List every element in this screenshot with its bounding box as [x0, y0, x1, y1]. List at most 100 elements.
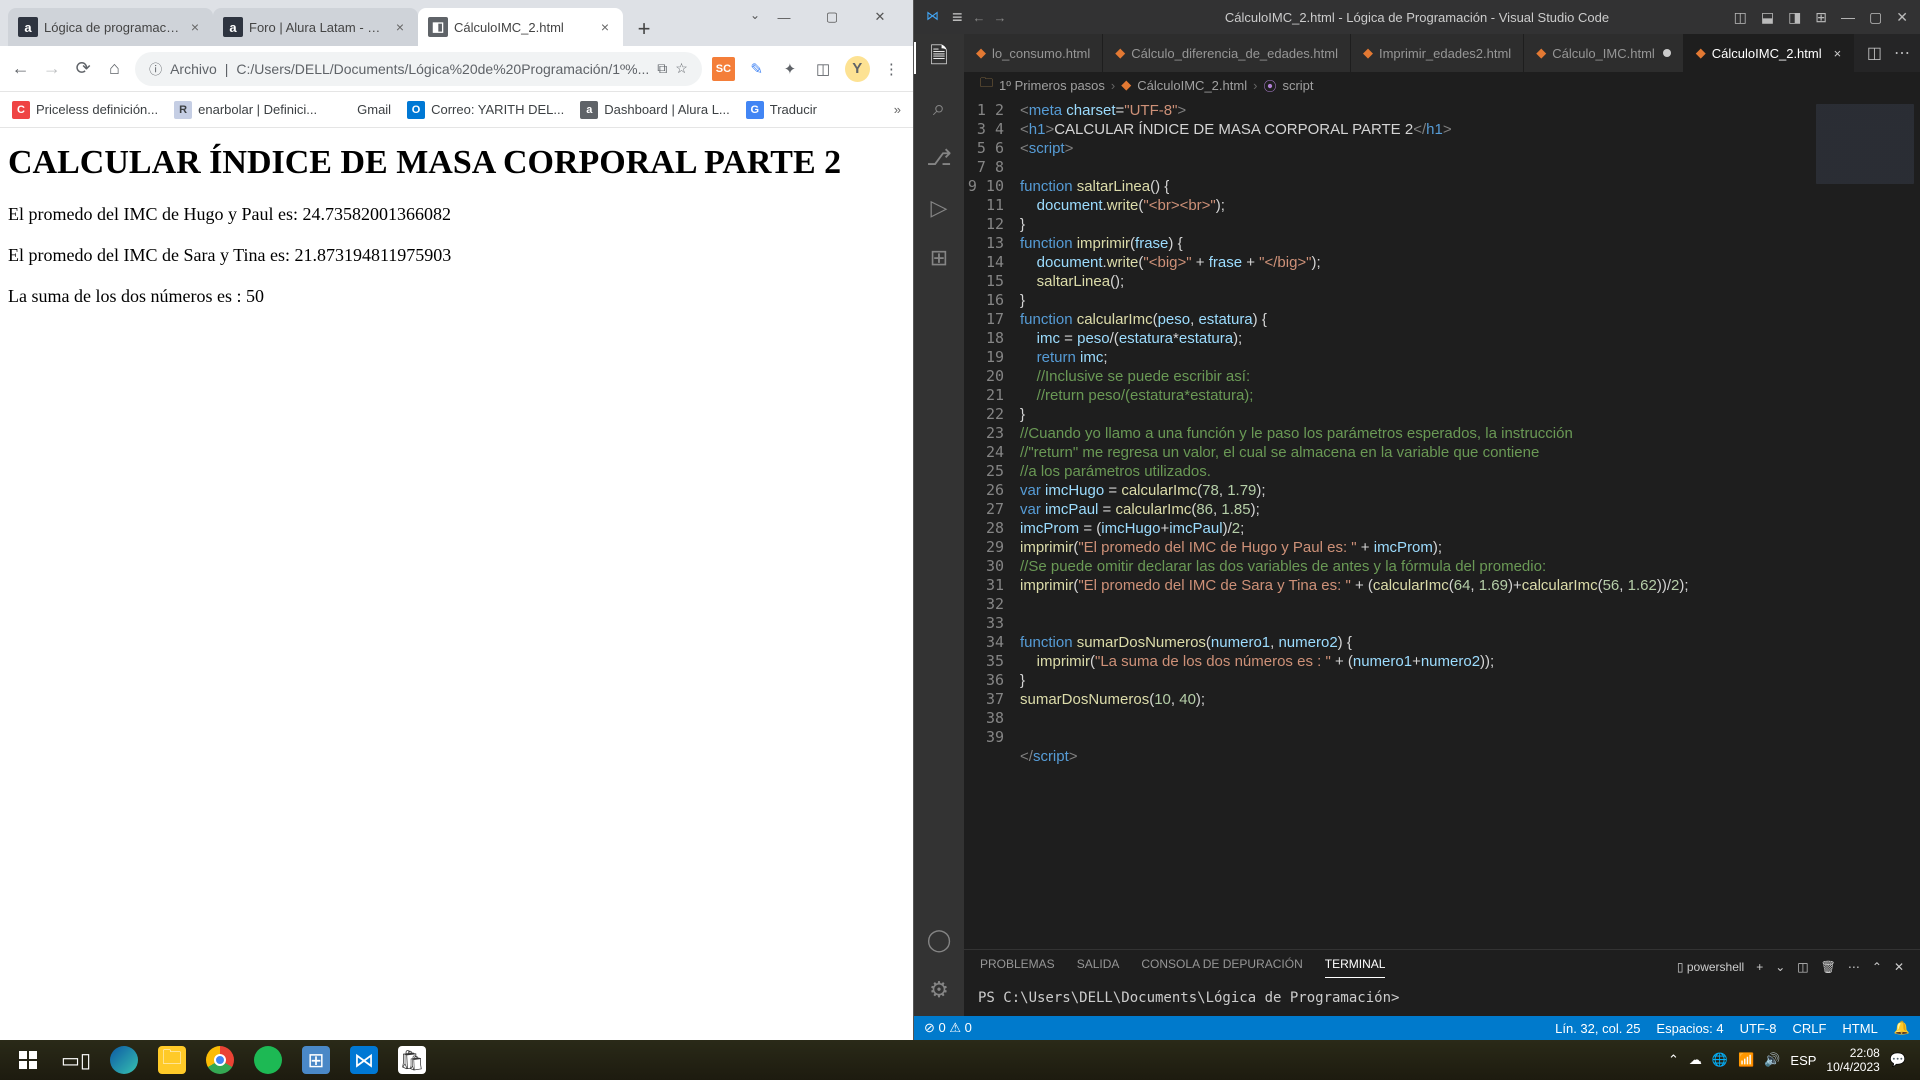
- bookmark-star-icon[interactable]: ☆: [675, 60, 688, 77]
- kill-terminal-icon[interactable]: 🗑: [1821, 960, 1836, 974]
- split-terminal-icon[interactable]: ◫: [1797, 960, 1808, 974]
- tray-expand-icon[interactable]: ⌃: [1668, 1052, 1679, 1068]
- bookmark-item[interactable]: OCorreo: YARITH DEL...: [407, 101, 564, 119]
- tab-foro[interactable]: a Foro | Alura Latam - Cursos ×: [213, 8, 418, 46]
- more-actions-icon[interactable]: ⋯: [1894, 43, 1910, 63]
- back-icon[interactable]: ←: [10, 58, 31, 80]
- terminal-tab[interactable]: TERMINAL: [1325, 957, 1386, 978]
- status-line-col[interactable]: Lín. 32, col. 25: [1555, 1020, 1640, 1036]
- minimize-icon[interactable]: —: [1841, 9, 1855, 25]
- debug-console-tab[interactable]: CONSOLA DE DEPURACIÓN: [1141, 957, 1302, 977]
- panel-more-icon[interactable]: ⋯: [1848, 960, 1860, 974]
- close-icon[interactable]: ✕: [1896, 9, 1908, 26]
- extension-g-icon[interactable]: ✎: [745, 57, 768, 81]
- layout-grid-icon[interactable]: ⊞: [1815, 9, 1827, 26]
- minimize-icon[interactable]: —: [760, 10, 808, 25]
- split-editor-icon[interactable]: ◫: [1867, 43, 1882, 63]
- chrome-menu-icon[interactable]: ⋮: [880, 57, 903, 81]
- run-debug-icon[interactable]: ▷: [925, 194, 953, 222]
- file-explorer-icon[interactable]: 🗀: [148, 1040, 196, 1080]
- extensions-icon[interactable]: ✦: [778, 57, 801, 81]
- search-icon[interactable]: ⌕: [925, 94, 953, 122]
- language-indicator[interactable]: ESP: [1790, 1053, 1816, 1068]
- notifications-bell-icon[interactable]: 🔔: [1894, 1020, 1910, 1036]
- copy-url-icon[interactable]: ⧉: [657, 60, 667, 77]
- problems-tab[interactable]: PROBLEMAS: [980, 957, 1055, 977]
- settings-gear-icon[interactable]: ⚙: [925, 976, 953, 1004]
- tab-logica[interactable]: a Lógica de programación: Pri ×: [8, 8, 213, 46]
- hamburger-icon[interactable]: ≡: [952, 7, 963, 28]
- status-errors[interactable]: ⊘ 0 ⚠ 0: [924, 1020, 972, 1036]
- onedrive-icon[interactable]: ☁: [1689, 1052, 1702, 1068]
- wifi-icon[interactable]: 📶: [1738, 1052, 1754, 1068]
- spotify-icon[interactable]: [244, 1040, 292, 1080]
- new-tab-button[interactable]: +: [627, 12, 661, 46]
- new-terminal-icon[interactable]: +: [1756, 960, 1763, 974]
- maximize-panel-icon[interactable]: ⌃: [1872, 960, 1882, 974]
- sidepanel-icon[interactable]: ◫: [811, 57, 834, 81]
- network-icon[interactable]: 🌐: [1712, 1052, 1728, 1068]
- terminal-content[interactable]: PS C:\Users\DELL\Documents\Lógica de Pro…: [964, 984, 1920, 1016]
- status-language[interactable]: HTML: [1842, 1020, 1877, 1036]
- start-button[interactable]: [4, 1040, 52, 1080]
- minimap[interactable]: [1810, 98, 1920, 949]
- code-content[interactable]: <meta charset="UTF-8"> <h1>CALCULAR ÍNDI…: [1020, 98, 1810, 949]
- home-icon[interactable]: ⌂: [104, 58, 125, 80]
- calculator-icon[interactable]: ⊞: [292, 1040, 340, 1080]
- status-eol[interactable]: CRLF: [1792, 1020, 1826, 1036]
- close-icon[interactable]: ×: [1834, 46, 1842, 61]
- breadcrumb[interactable]: 🗀 1º Primeros pasos › ◆ CálculoIMC_2.htm…: [964, 72, 1920, 98]
- status-spaces[interactable]: Espacios: 4: [1656, 1020, 1723, 1036]
- close-window-icon[interactable]: ✕: [856, 9, 904, 25]
- bookmark-item[interactable]: Renarbolar | Definici...: [174, 101, 317, 119]
- bookmark-item[interactable]: MGmail: [333, 101, 391, 119]
- editor-tab[interactable]: ◆Cálculo_diferencia_de_edades.html: [1103, 34, 1351, 72]
- layout-primary-icon[interactable]: ◫: [1734, 9, 1747, 26]
- toolbar-forward-icon[interactable]: →: [994, 10, 1007, 25]
- extension-sc-icon[interactable]: SC: [712, 57, 735, 81]
- close-icon[interactable]: ×: [392, 19, 408, 35]
- tab-label: Imprimir_edades2.html: [1379, 46, 1511, 61]
- maximize-icon[interactable]: ▢: [808, 9, 856, 25]
- maximize-icon[interactable]: ▢: [1869, 9, 1882, 26]
- bookmarks-bar: CPriceless definición... Renarbolar | De…: [0, 92, 913, 128]
- task-view-icon[interactable]: ▭▯: [52, 1040, 100, 1080]
- output-tab[interactable]: SALIDA: [1077, 957, 1120, 977]
- bookmarks-overflow-icon[interactable]: »: [894, 102, 901, 117]
- layout-secondary-icon[interactable]: ◨: [1788, 9, 1801, 26]
- editor-tab-active[interactable]: ◆CálculoIMC_2.html×: [1684, 34, 1854, 72]
- bookmark-item[interactable]: GTraducir: [746, 101, 817, 119]
- edge-icon[interactable]: [100, 1040, 148, 1080]
- explorer-icon[interactable]: 🗎: [925, 44, 953, 72]
- account-icon[interactable]: ◯: [925, 926, 953, 954]
- volume-icon[interactable]: 🔊: [1764, 1052, 1780, 1068]
- reload-icon[interactable]: ⟳: [73, 58, 94, 80]
- status-encoding[interactable]: UTF-8: [1740, 1020, 1777, 1036]
- vscode-icon[interactable]: ⋈: [340, 1040, 388, 1080]
- forward-icon[interactable]: →: [41, 58, 62, 80]
- bookmark-item[interactable]: CPriceless definición...: [12, 101, 158, 119]
- close-panel-icon[interactable]: ✕: [1894, 960, 1904, 974]
- editor-tab[interactable]: ◆Cálculo_IMC.html: [1524, 34, 1684, 72]
- terminal-chevron-icon[interactable]: ⌄: [1775, 960, 1785, 974]
- ms-store-icon[interactable]: 🛍: [388, 1040, 436, 1080]
- bookmark-item[interactable]: aDashboard | Alura L...: [580, 101, 730, 119]
- tabs-chevron-icon[interactable]: ⌄: [750, 8, 760, 22]
- system-clock[interactable]: 22:08 10/4/2023: [1826, 1046, 1879, 1074]
- close-icon[interactable]: ×: [187, 19, 203, 35]
- profile-avatar-icon[interactable]: Y: [845, 56, 870, 82]
- tab-calculo-imc[interactable]: ◧ CálculoIMC_2.html ×: [418, 8, 623, 46]
- terminal-dropdown[interactable]: ▯ powershell: [1677, 960, 1744, 974]
- source-control-icon[interactable]: ⎇: [925, 144, 953, 172]
- layout-panel-icon[interactable]: ⬓: [1761, 9, 1774, 26]
- editor[interactable]: 1 2 3 4 5 6 7 8 9 10 11 12 13 14 15 16 1…: [964, 98, 1920, 949]
- url-input[interactable]: ⓘ Archivo | C:/Users/DELL/Documents/Lógi…: [135, 52, 702, 86]
- chrome-icon[interactable]: [196, 1040, 244, 1080]
- toolbar-back-icon[interactable]: ←: [973, 10, 986, 25]
- site-info-icon[interactable]: ⓘ: [149, 59, 162, 78]
- editor-tab[interactable]: ◆Imprimir_edades2.html: [1351, 34, 1524, 72]
- extensions-icon[interactable]: ⊞: [925, 244, 953, 272]
- editor-tab[interactable]: ◆lo_consumo.html: [964, 34, 1103, 72]
- close-icon[interactable]: ×: [597, 19, 613, 35]
- action-center-icon[interactable]: 💬: [1890, 1052, 1906, 1068]
